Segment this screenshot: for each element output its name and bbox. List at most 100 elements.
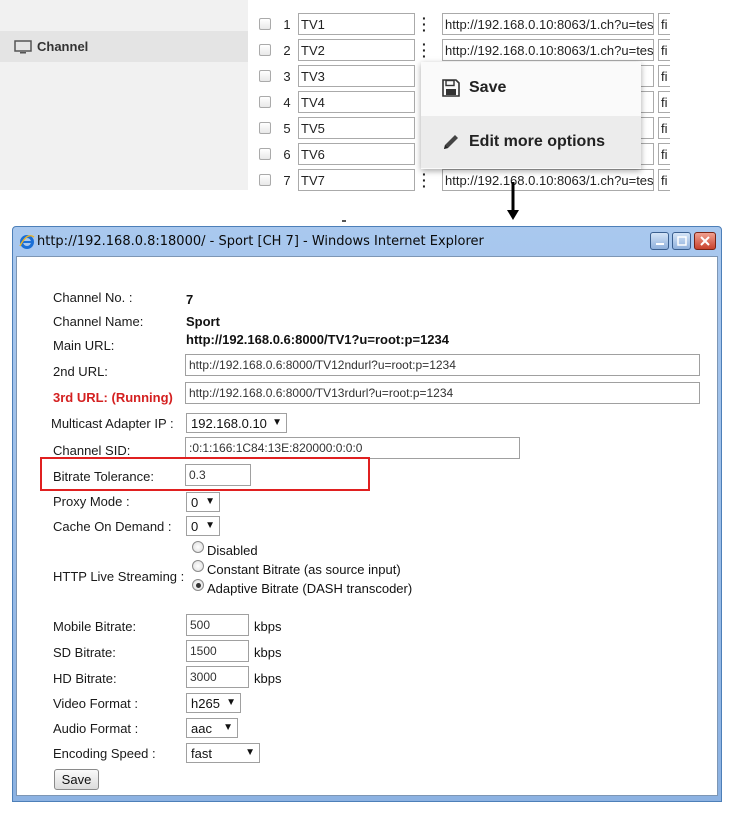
cache-on-demand-value: 0: [191, 519, 199, 534]
channel-extra-field[interactable]: fi: [658, 143, 670, 165]
audio-format-value: aac: [191, 721, 212, 736]
row-number: 2: [283, 43, 291, 58]
url2-label: 2nd URL:: [53, 364, 108, 379]
row-number: 1: [283, 17, 291, 32]
hls-option-label: Adaptive Bitrate (DASH transcoder): [207, 581, 413, 596]
chevron-down-icon: ▼: [272, 417, 282, 428]
pencil-icon: [444, 135, 458, 149]
main-url-value: http://192.168.0.6:8000/TV1?u=root:p=123…: [186, 332, 449, 347]
channel-name-field[interactable]: TV4: [298, 91, 415, 113]
channel-extra-field[interactable]: fi: [658, 169, 670, 191]
channel-edit-form: Channel No. : 7 Channel Name: Sport Main…: [16, 256, 718, 796]
maximize-icon: [676, 236, 687, 246]
sd-bitrate-label: SD Bitrate:: [53, 645, 116, 660]
row-checkbox[interactable]: [259, 174, 271, 186]
table-row: 2 TV2 · · · http://192.168.0.10:8063/1.ch?…: [250, 37, 670, 64]
sid-label: Channel SID:: [53, 443, 131, 458]
row-checkbox[interactable]: [259, 44, 271, 56]
more-vertical-icon[interactable]: · · ·: [422, 37, 430, 63]
encoding-speed-value: fast: [191, 746, 212, 761]
hls-option-label: Disabled: [207, 543, 258, 558]
maximize-button[interactable]: [672, 232, 691, 250]
hls-radio-adaptive[interactable]: [192, 579, 204, 591]
chevron-down-icon: ▼: [245, 747, 255, 758]
channel-name-value: Sport: [186, 314, 220, 329]
window-title-bar[interactable]: http://192.168.0.8:18000/ - Sport [CH 7]…: [13, 227, 721, 257]
context-menu: Save Edit more options: [421, 62, 641, 169]
more-vertical-icon[interactable]: · · ·: [422, 11, 430, 37]
row-checkbox[interactable]: [259, 70, 271, 82]
channel-name-label: Channel Name:: [53, 314, 144, 329]
proxy-mode-select[interactable]: 0 ▼: [186, 492, 220, 512]
encoding-speed-label: Encoding Speed :: [53, 746, 156, 761]
channel-name-field[interactable]: TV3: [298, 65, 415, 87]
multicast-label: Multicast Adapter IP :: [51, 416, 174, 431]
audio-format-label: Audio Format :: [53, 721, 139, 736]
minimize-button[interactable]: [650, 232, 669, 250]
video-format-label: Video Format :: [53, 696, 139, 711]
sd-bitrate-input[interactable]: 1500: [186, 640, 249, 662]
url2-input[interactable]: http://192.168.0.6:8000/TV12ndurl?u=root…: [185, 354, 700, 376]
channel-name-field[interactable]: TV1: [298, 13, 415, 35]
menu-item-edit-more[interactable]: Edit more options: [421, 116, 641, 168]
channel-no-label: Channel No. :: [53, 290, 133, 305]
chevron-down-icon: ▼: [226, 697, 236, 708]
sid-input[interactable]: :0:1:166:1C84:13E:820000:0:0:0: [185, 437, 520, 459]
row-checkbox[interactable]: [259, 96, 271, 108]
chevron-down-icon: ▼: [205, 520, 215, 531]
channel-list-panel: Channel 1 TV1 · · · http://192.168.0.10:80…: [0, 0, 736, 193]
menu-item-save[interactable]: Save: [421, 62, 641, 114]
floppy-disk-icon: [442, 79, 460, 97]
channel-name-field[interactable]: TV2: [298, 39, 415, 61]
unit-label: kbps: [254, 645, 282, 660]
channel-url-field[interactable]: http://192.168.0.10:8063/1.ch?u=tes: [442, 39, 654, 61]
proxy-mode-label: Proxy Mode :: [53, 494, 130, 509]
down-arrow-icon: [507, 182, 519, 220]
channel-extra-field[interactable]: fi: [658, 117, 670, 139]
minimize-icon: [655, 243, 664, 245]
channel-url-field[interactable]: http://192.168.0.10:8063/1.ch?u=tes: [442, 13, 654, 35]
url3-input[interactable]: http://192.168.0.6:8000/TV13rdurl?u=root…: [185, 382, 700, 404]
save-button[interactable]: Save: [54, 769, 99, 790]
hls-radio-constant[interactable]: [192, 560, 204, 572]
row-number: 4: [283, 95, 291, 110]
channel-name-field[interactable]: TV7: [298, 169, 415, 191]
chevron-down-icon: ▼: [223, 722, 233, 733]
hls-radio-disabled[interactable]: [192, 541, 204, 553]
channel-name-field[interactable]: TV6: [298, 143, 415, 165]
multicast-select[interactable]: 192.168.0.10 ▼: [186, 413, 287, 433]
sidebar-item-channel[interactable]: Channel: [0, 31, 248, 62]
chevron-down-icon: ▼: [205, 496, 215, 507]
unit-label: kbps: [254, 671, 282, 686]
hd-bitrate-label: HD Bitrate:: [53, 671, 117, 686]
row-checkbox[interactable]: [259, 18, 271, 30]
hls-label: HTTP Live Streaming :: [53, 569, 185, 584]
encoding-speed-select[interactable]: fast ▼: [186, 743, 260, 763]
channel-name-field[interactable]: TV5: [298, 117, 415, 139]
cache-on-demand-label: Cache On Demand :: [53, 519, 172, 534]
audio-format-select[interactable]: aac ▼: [186, 718, 238, 738]
mobile-bitrate-label: Mobile Bitrate:: [53, 619, 137, 634]
channel-extra-field[interactable]: fi: [658, 91, 670, 113]
more-vertical-icon[interactable]: · · ·: [422, 167, 430, 193]
proxy-mode-value: 0: [191, 495, 199, 510]
sidebar-item-label: Channel: [37, 39, 89, 54]
mobile-bitrate-input[interactable]: 500: [186, 614, 249, 636]
cache-on-demand-select[interactable]: 0 ▼: [186, 516, 220, 536]
ie-logo-icon: [19, 234, 35, 249]
channel-extra-field[interactable]: fi: [658, 65, 670, 87]
close-icon: [700, 236, 710, 246]
video-format-select[interactable]: h265 ▼: [186, 693, 241, 713]
close-button[interactable]: [694, 232, 716, 250]
channel-extra-field[interactable]: fi: [658, 39, 670, 61]
channel-extra-field[interactable]: fi: [658, 13, 670, 35]
hls-option-label: Constant Bitrate (as source input): [207, 562, 401, 577]
channel-url-field[interactable]: http://192.168.0.10:8063/1.ch?u=tes: [442, 169, 654, 191]
hd-bitrate-input[interactable]: 3000: [186, 666, 249, 688]
row-number: 5: [283, 121, 291, 136]
row-checkbox[interactable]: [259, 148, 271, 160]
bitrate-tolerance-highlight: [40, 457, 370, 491]
table-row: 1 TV1 · · · http://192.168.0.10:8063/1.ch?…: [250, 11, 670, 38]
menu-item-label: Edit more options: [469, 133, 605, 150]
row-checkbox[interactable]: [259, 122, 271, 134]
